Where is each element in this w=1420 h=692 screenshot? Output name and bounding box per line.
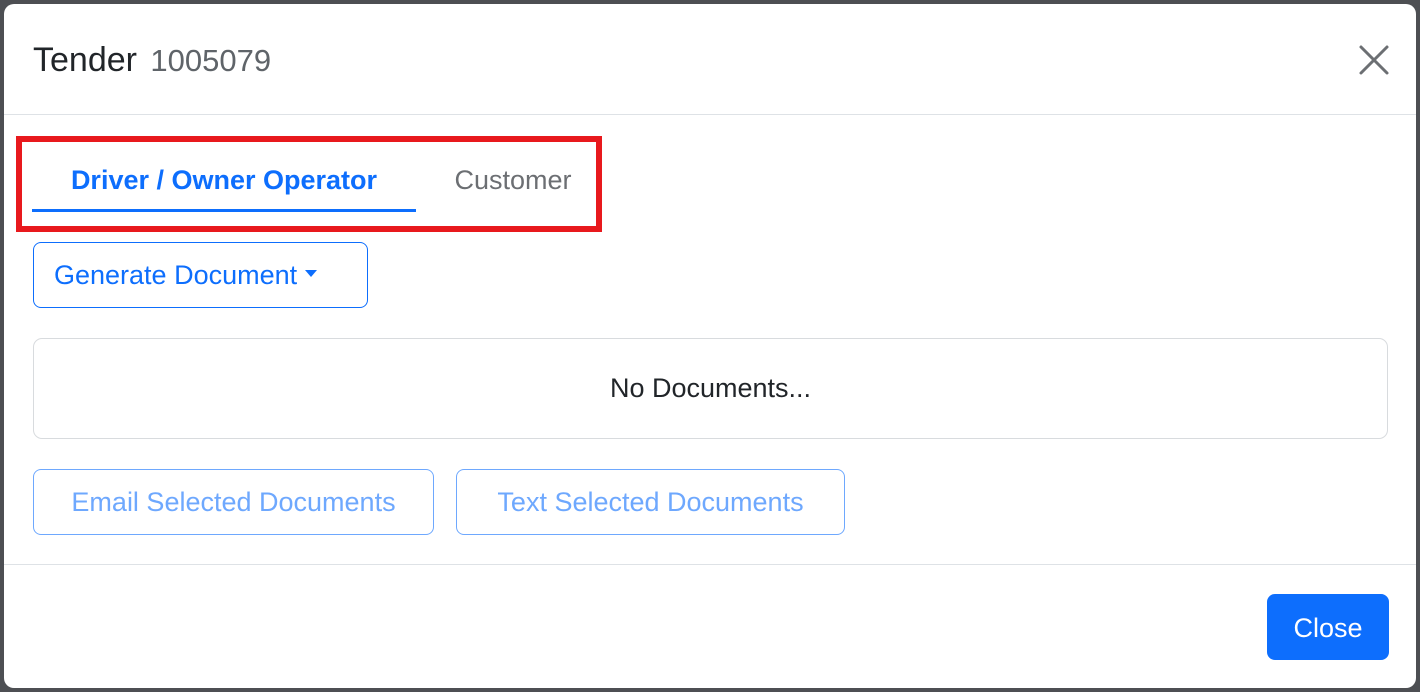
- text-selected-documents-button[interactable]: Text Selected Documents: [456, 469, 845, 535]
- documents-panel: No Documents...: [33, 338, 1388, 439]
- no-documents-text: No Documents...: [609, 373, 812, 403]
- tab-customer[interactable]: Customer: [438, 154, 588, 212]
- modal-title: Tender 1005079: [33, 40, 271, 81]
- modal-header: Tender 1005079: [4, 4, 1416, 115]
- generate-document-button[interactable]: Generate Document: [33, 242, 368, 308]
- close-button[interactable]: Close: [1267, 594, 1389, 660]
- footer-divider: [4, 564, 1416, 565]
- email-selected-documents-button[interactable]: Email Selected Documents: [33, 469, 434, 535]
- tender-modal: Tender 1005079 Driver / Owner Operator C…: [4, 4, 1416, 688]
- caret-down-icon: [305, 270, 318, 278]
- tender-number: 1005079: [150, 43, 272, 78]
- close-icon[interactable]: [1354, 40, 1394, 80]
- modal-title-label: Tender: [33, 41, 137, 79]
- tab-driver-owner-operator[interactable]: Driver / Owner Operator: [32, 154, 416, 212]
- generate-document-label: Generate Document: [54, 260, 298, 290]
